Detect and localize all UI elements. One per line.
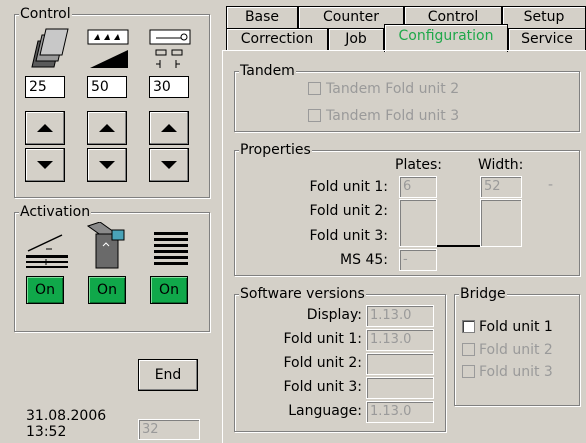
control-value-1[interactable]: 25 (25, 76, 65, 98)
software-row-label-4: Fold unit 3: (283, 379, 362, 395)
properties-group-title: Properties (239, 142, 312, 158)
control-group-title: Control (19, 6, 72, 22)
properties-row-label-1: Fold unit 1: (309, 179, 388, 195)
decrement-button-2[interactable] (87, 148, 127, 182)
status-time: 13:52 (26, 424, 67, 440)
bridge-fold-unit-2-checkbox[interactable] (462, 343, 475, 356)
arrow-up-icon (99, 124, 115, 132)
tab-base[interactable]: Base (226, 6, 298, 28)
increment-button-1[interactable] (25, 111, 65, 145)
tandem-fold-unit-2-checkbox[interactable] (308, 82, 321, 95)
bridge-fold-unit-3-label: Fold unit 3 (479, 364, 553, 380)
properties-row-label-4: MS 45: (340, 252, 388, 268)
arrow-down-icon (161, 161, 177, 169)
fold-unit-2-plates-field (399, 199, 437, 247)
software-versions-group-title: Software versions (239, 286, 366, 302)
stacker-on-button[interactable]: On (88, 276, 126, 304)
plates-column-header: Plates: (395, 157, 443, 173)
decrement-button-1[interactable] (25, 148, 65, 182)
increment-button-2[interactable] (87, 111, 127, 145)
bridge-fold-unit-2-label: Fold unit 2 (479, 342, 553, 358)
tab-service[interactable]: Service (508, 28, 586, 50)
fold-unit-icon (24, 227, 70, 269)
bridge-group-title: Bridge (459, 286, 507, 302)
fold-unit-1-side-dash: - (548, 177, 554, 193)
arrow-down-icon (37, 161, 53, 169)
tandem-group-title: Tandem (239, 63, 296, 79)
software-row-label-3: Fold unit 2: (283, 355, 362, 371)
software-row-label-2: Fold unit 1: (283, 331, 362, 347)
fold-unit-3-version-field (366, 377, 434, 399)
control-value-2[interactable]: 50 (87, 76, 127, 98)
status-date: 31.08.2006 (26, 408, 107, 424)
end-button-label: End (154, 367, 182, 383)
fold-unit-1-width-field: 52 (480, 176, 522, 198)
plates-stack-icon (24, 27, 70, 71)
tab-setup[interactable]: Setup (502, 6, 586, 28)
properties-row-label-2: Fold unit 2: (309, 203, 388, 219)
fold-unit-link-line (437, 245, 480, 247)
width-column-header: Width: (478, 157, 524, 173)
tab-correction[interactable]: Correction (226, 28, 328, 50)
end-button[interactable]: End (138, 359, 198, 391)
ms45-plates-field: - (399, 249, 437, 271)
increment-button-3[interactable] (149, 111, 189, 145)
paper-stack-icon (150, 230, 192, 268)
activation-group-title: Activation (19, 204, 92, 220)
arrow-up-icon (161, 124, 177, 132)
stacker-machine-icon (86, 221, 132, 270)
arrow-down-icon (99, 161, 115, 169)
tab-job[interactable]: Job (328, 28, 384, 50)
status-counter: 32 (138, 419, 200, 440)
display-version-field: 1.13.0 (366, 305, 434, 327)
fold-settings-icon (148, 28, 194, 70)
paper-stack-on-button[interactable]: On (150, 276, 188, 304)
tandem-fold-unit-2-label: Tandem Fold unit 2 (326, 81, 460, 97)
tandem-fold-unit-3-checkbox[interactable] (308, 109, 321, 122)
language-version-field: 1.13.0 (366, 401, 434, 423)
decrement-button-3[interactable] (149, 148, 189, 182)
bridge-fold-unit-1-checkbox[interactable] (462, 320, 475, 333)
ink-wedge-icon (86, 28, 132, 70)
fold-unit-1-version-field: 1.13.0 (366, 329, 434, 351)
bridge-fold-unit-1-label: Fold unit 1 (479, 319, 553, 335)
properties-row-label-3: Fold unit 3: (309, 228, 388, 244)
arrow-up-icon (37, 124, 53, 132)
fold-unit-2-version-field (366, 353, 434, 375)
software-row-label-1: Display: (306, 307, 362, 323)
fold-unit-2-width-field (480, 199, 522, 247)
bridge-fold-unit-3-checkbox[interactable] (462, 365, 475, 378)
software-row-label-5: Language: (288, 403, 362, 419)
tandem-fold-unit-3-label: Tandem Fold unit 3 (326, 108, 460, 124)
control-value-3[interactable]: 30 (149, 76, 189, 98)
fold-unit-on-button[interactable]: On (26, 276, 64, 304)
tab-configuration[interactable]: Configuration (384, 24, 508, 52)
fold-unit-1-plates-field: 6 (399, 176, 437, 198)
